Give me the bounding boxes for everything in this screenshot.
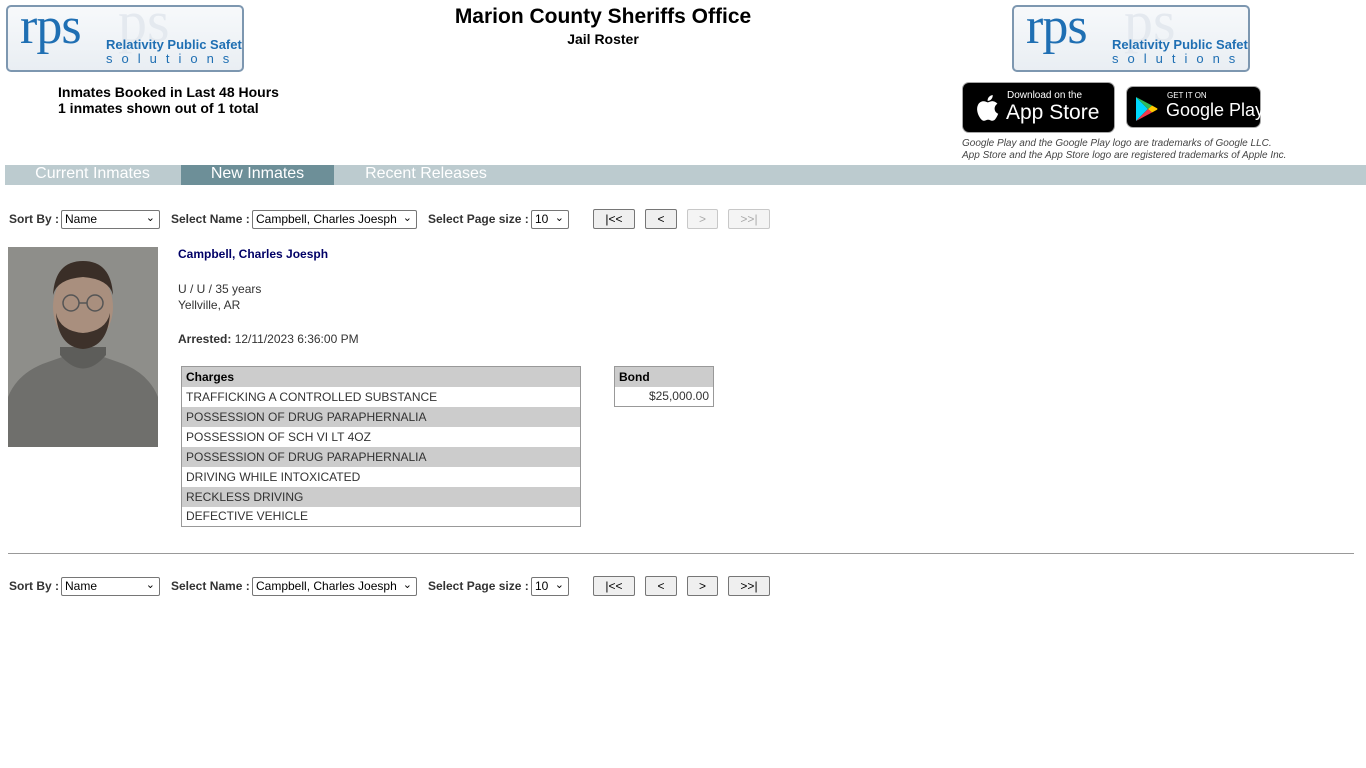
first-page-button[interactable]: |<<: [593, 209, 635, 229]
tab-recent-releases[interactable]: Recent Releases: [335, 165, 517, 185]
next-page-button[interactable]: >: [687, 576, 718, 596]
last-page-button[interactable]: >>|: [728, 209, 770, 229]
page-size-label: Select Page size :: [428, 579, 529, 593]
inmate-name: Campbell, Charles Joesph: [178, 247, 329, 261]
tab-current-inmates[interactable]: Current Inmates: [5, 165, 180, 185]
page-title: Marion County Sheriffs Office: [454, 5, 752, 28]
bond-table: Bond $25,000.00: [614, 366, 714, 407]
charge-row: POSSESSION OF DRUG PARAPHERNALIA: [181, 406, 581, 427]
chevron-down-icon: ⌄: [402, 579, 412, 591]
sort-by-select[interactable]: Name ⌄: [61, 577, 160, 596]
summary-heading: Inmates Booked in Last 48 Hours: [58, 84, 279, 100]
google-trademark-note: Google Play and the Google Play logo are…: [962, 138, 1272, 149]
page-size-label: Select Page size :: [428, 212, 529, 226]
charge-row: TRAFFICKING A CONTROLLED SUBSTANCE: [186, 389, 438, 404]
inmate-demographics: U / U / 35 years: [178, 282, 262, 296]
charge-row: DRIVING WHILE INTOXICATED: [186, 469, 361, 484]
app-store-badge[interactable]: Download on the App Store: [962, 82, 1115, 133]
tab-new-inmates[interactable]: New Inmates: [181, 165, 334, 185]
page-size-select[interactable]: 10 ⌄: [531, 577, 569, 596]
next-page-button[interactable]: >: [687, 209, 718, 229]
apple-icon: [977, 95, 999, 121]
select-name-label: Select Name :: [171, 212, 250, 226]
charge-row: POSSESSION OF SCH VI LT 4OZ: [186, 429, 371, 444]
arrested-label: Arrested:: [178, 332, 232, 346]
page-size-select[interactable]: 10 ⌄: [531, 210, 569, 229]
inmate-location: Yellville, AR: [178, 298, 241, 312]
sort-by-select[interactable]: Name ⌄: [61, 210, 160, 229]
page-subtitle: Jail Roster: [567, 31, 639, 47]
chevron-down-icon: ⌄: [402, 212, 412, 224]
chevron-down-icon: ⌄: [145, 212, 155, 224]
charges-table: Charges TRAFFICKING A CONTROLLED SUBSTAN…: [181, 366, 581, 527]
charge-row: DEFECTIVE VEHICLE: [186, 509, 309, 524]
chevron-down-icon: ⌄: [145, 579, 155, 591]
charge-row: RECKLESS DRIVING: [181, 486, 581, 507]
prev-page-button[interactable]: <: [645, 209, 677, 229]
apple-trademark-note: App Store and the App Store logo are reg…: [962, 150, 1287, 161]
summary-count: 1 inmates shown out of 1 total: [58, 100, 259, 116]
chevron-down-icon: ⌄: [554, 579, 564, 591]
inmate-photo: [8, 247, 158, 447]
arrested-value: 12/11/2023 6:36:00 PM: [234, 332, 359, 346]
divider: [8, 553, 1354, 554]
google-play-badge[interactable]: GET IT ON Google Play: [1126, 86, 1264, 128]
charge-row: POSSESSION OF DRUG PARAPHERNALIA: [181, 446, 581, 467]
mugshot-image: [8, 247, 158, 447]
bond-header: Bond: [614, 366, 714, 387]
sort-by-label: Sort By :: [9, 212, 60, 226]
last-page-button[interactable]: >>|: [728, 576, 770, 596]
chevron-down-icon: ⌄: [554, 212, 564, 224]
select-name-label: Select Name :: [171, 579, 250, 593]
arrest-info: Arrested: 12/11/2023 6:36:00 PM: [178, 332, 359, 346]
first-page-button[interactable]: |<<: [593, 576, 635, 596]
prev-page-button[interactable]: <: [645, 576, 677, 596]
select-name-select[interactable]: Campbell, Charles Joesph ⌄: [252, 577, 417, 596]
google-play-icon: [1136, 97, 1158, 121]
select-name-select[interactable]: Campbell, Charles Joesph ⌄: [252, 210, 417, 229]
bond-value: $25,000.00: [648, 389, 709, 404]
sort-by-label: Sort By :: [9, 579, 60, 593]
charges-header: Charges: [181, 366, 581, 387]
tab-bar: Current Inmates New Inmates Recent Relea…: [5, 165, 1366, 185]
